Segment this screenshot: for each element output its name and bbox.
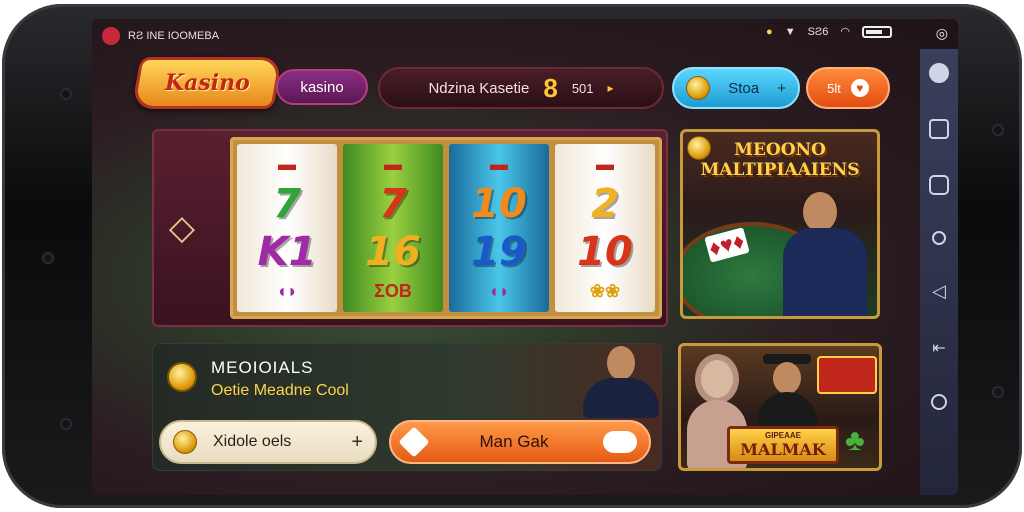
- game-banner: GIPEAAE MALMAK: [727, 426, 839, 464]
- reel-2[interactable]: ▬ 7 16 ΣOB: [343, 144, 443, 312]
- camera-icon: [60, 88, 72, 100]
- stake-button[interactable]: Stoa +: [672, 67, 800, 109]
- toggle-icon: [602, 431, 637, 453]
- main-action-label: Man Gak: [479, 432, 549, 451]
- app-icon: [102, 27, 120, 45]
- right-sidebar: ◁ ⇤: [920, 49, 958, 495]
- banner-small-text: GIPEAAE: [764, 431, 801, 440]
- game-card[interactable]: GIPEAAE MALMAK ♣: [678, 343, 882, 471]
- reel-symbol: K1: [257, 229, 317, 276]
- reel-symbol: 10: [471, 180, 527, 227]
- orange-label: 5lt: [827, 80, 841, 96]
- chevron-right-icon: ▸: [607, 81, 614, 95]
- top-bar: Kasino kasino Ndzina Kasetie 8 501 ▸ Sto…: [92, 53, 912, 109]
- location-icon: ●: [766, 25, 773, 38]
- reel-symbol: 16: [365, 229, 421, 276]
- reel-symbol: 7: [379, 180, 407, 227]
- dealer-figure: [783, 192, 873, 316]
- bet-input[interactable]: +: [159, 420, 377, 464]
- reel-bottom-symbol: ΣOB: [374, 280, 412, 301]
- wifi-icon: ◠: [840, 26, 850, 38]
- promo-title-line2: MALTIPIAAIENS: [700, 160, 860, 180]
- status-carrier: RƧ INE IOOMEBA: [128, 30, 220, 42]
- main-action-button[interactable]: Man Gak: [389, 420, 651, 464]
- bet-input-field[interactable]: [211, 432, 335, 452]
- status-bar: RƧ INE IOOMEBA ● ▼ SƧ6 ◠: [92, 19, 958, 49]
- plus-icon[interactable]: +: [351, 431, 363, 454]
- promo-card[interactable]: MEOONO MALTIPIAAIENS ♦♥♦: [680, 129, 880, 319]
- sensor-icon: [42, 252, 54, 264]
- battery-icon: [862, 25, 892, 38]
- diamond-icon: [398, 426, 430, 458]
- settings-icon[interactable]: [931, 394, 947, 410]
- coin-icon: [686, 76, 710, 100]
- reel-symbol: 10: [577, 229, 633, 276]
- network-label: SƧ6: [807, 25, 829, 38]
- previous-arrow-icon[interactable]: ◇: [162, 203, 202, 253]
- reel-bottom-symbol: ◖◗: [488, 280, 510, 301]
- reel-top-symbol: ▬: [490, 154, 508, 175]
- sensor-icon: [992, 124, 1004, 136]
- menu-icon[interactable]: ◎: [936, 25, 948, 42]
- orange-action-button[interactable]: 5lt ♥: [806, 67, 890, 109]
- reel-1[interactable]: ▬ 7 K1 ◖◗: [237, 144, 337, 312]
- center-label: Ndzina Kasetie: [428, 79, 530, 97]
- logo-text: Kasino: [164, 70, 250, 96]
- slot-machine: ◇ ▬ 7 K1 ◖◗ ▬ 7 16 ΣOB ▬ 10 19 ◖◗ ▬ 2 10…: [152, 129, 668, 327]
- logo[interactable]: Kasino: [131, 57, 283, 109]
- casino-tab[interactable]: kasino: [276, 69, 368, 105]
- circle-icon[interactable]: [932, 231, 946, 245]
- home-icon[interactable]: [929, 63, 949, 83]
- app-switch-icon[interactable]: [929, 175, 949, 195]
- reel-symbol: 7: [273, 180, 301, 227]
- reel-symbol: 19: [471, 229, 527, 276]
- sensor-icon: [992, 386, 1004, 398]
- phone-frame: RƧ INE IOOMEBA ● ▼ SƧ6 ◠ ◎ Kasino kasino…: [2, 4, 1022, 508]
- center-number: 8: [543, 72, 558, 103]
- plus-icon: +: [777, 79, 786, 97]
- promo-title-line1: MEOONO: [734, 140, 826, 160]
- back-icon[interactable]: ◁: [932, 281, 946, 302]
- promo-title: MEOONO MALTIPIAAIENS: [683, 140, 877, 180]
- camera-icon[interactable]: [929, 119, 949, 139]
- reel-bottom-symbol: ◖◗: [276, 280, 298, 301]
- reel-top-symbol: ▬: [384, 154, 402, 175]
- speaker-icon: [60, 418, 72, 430]
- man-figure: [757, 354, 817, 434]
- banner-big-text: MALMAK: [740, 440, 826, 459]
- info-title: MEOIOIALS: [211, 358, 314, 377]
- reel-top-symbol: ▬: [596, 154, 614, 175]
- reel-3[interactable]: ▬ 10 19 ◖◗: [449, 144, 549, 312]
- heart-icon: ♥: [850, 79, 869, 97]
- info-card: MEOIOIALS Oetie Meadne Cool + Man Gak: [152, 343, 662, 471]
- back-arrow-icon[interactable]: ⇤: [932, 338, 945, 358]
- reel-symbol: 2: [591, 180, 619, 227]
- stake-label: Stoa: [728, 79, 760, 97]
- center-status-bar[interactable]: Ndzina Kasetie 8 501 ▸: [378, 67, 664, 109]
- coin-icon: [173, 430, 197, 454]
- reel-bottom-symbol: ❀❀: [589, 280, 621, 301]
- center-small-value: 501: [571, 80, 594, 96]
- medal-icon: [167, 362, 197, 392]
- host-avatar: [579, 344, 661, 418]
- clover-icon: ♣: [845, 424, 865, 457]
- reel-4[interactable]: ▬ 2 10 ❀❀: [555, 144, 655, 312]
- slot-sign-icon: [817, 356, 877, 394]
- app-screen: RƧ INE IOOMEBA ● ▼ SƧ6 ◠ ◎ Kasino kasino…: [92, 19, 958, 495]
- signal-icon: ▼: [784, 25, 796, 38]
- info-subtitle: Oetie Meadne Cool: [211, 382, 349, 399]
- slot-reels: ▬ 7 K1 ◖◗ ▬ 7 16 ΣOB ▬ 10 19 ◖◗ ▬ 2 10 ❀…: [230, 137, 662, 319]
- reel-top-symbol: ▬: [278, 154, 296, 175]
